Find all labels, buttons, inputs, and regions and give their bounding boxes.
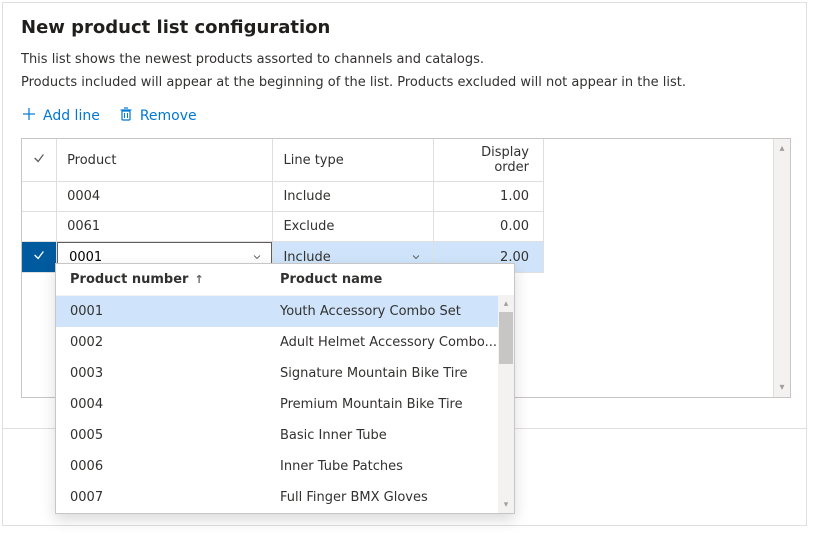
plus-icon xyxy=(21,106,37,126)
dropdown-option[interactable]: 0001Youth Accessory Combo Set xyxy=(56,296,514,327)
trash-icon xyxy=(118,106,134,126)
product-value: 0004 xyxy=(57,183,272,210)
dropdown-col-product-name[interactable]: Product name xyxy=(280,272,500,287)
row-selector[interactable] xyxy=(22,182,57,212)
option-number: 0002 xyxy=(70,335,280,350)
option-number: 0001 xyxy=(70,304,280,319)
product-cell[interactable]: 0004 xyxy=(57,182,273,212)
table-row[interactable]: 0004Include1.00 xyxy=(22,182,544,212)
linetype-cell[interactable]: Include xyxy=(273,182,433,212)
scroll-up-icon[interactable]: ▴ xyxy=(504,296,509,312)
toolbar: Add line Remove xyxy=(21,104,788,128)
option-name: Full Finger BMX Gloves xyxy=(280,490,500,505)
linetype-value: Include xyxy=(273,183,432,210)
page-title: New product list configuration xyxy=(21,17,788,38)
linetype-value: Exclude xyxy=(273,213,432,240)
column-header-product[interactable]: Product xyxy=(57,139,273,182)
product-lookup-dropdown: Product number ↑ Product name 0001Youth … xyxy=(55,263,515,514)
description-line-1: This list shows the newest products asso… xyxy=(21,52,788,67)
option-name: Youth Accessory Combo Set xyxy=(280,304,500,319)
column-header-linetype[interactable]: Line type xyxy=(273,139,433,182)
option-name: Inner Tube Patches xyxy=(280,459,500,474)
product-value: 0061 xyxy=(57,213,272,240)
column-header-display-order[interactable]: Display order xyxy=(433,139,543,182)
display-order-cell[interactable]: 1.00 xyxy=(433,182,543,212)
select-all-header[interactable] xyxy=(22,139,57,182)
option-name: Adult Helmet Accessory Combo... xyxy=(280,335,500,350)
sort-ascending-icon: ↑ xyxy=(194,273,203,286)
linetype-cell[interactable]: Exclude xyxy=(273,212,433,242)
dropdown-option[interactable]: 0003Signature Mountain Bike Tire xyxy=(56,358,514,389)
row-selector[interactable] xyxy=(22,242,57,273)
dropdown-option[interactable]: 0002Adult Helmet Accessory Combo... xyxy=(56,327,514,358)
scroll-down-icon[interactable]: ▾ xyxy=(779,378,784,397)
description-line-2: Products included will appear at the beg… xyxy=(21,75,788,90)
dropdown-option[interactable]: 0006Inner Tube Patches xyxy=(56,451,514,482)
dropdown-col-product-number[interactable]: Product number ↑ xyxy=(70,272,280,287)
remove-label: Remove xyxy=(140,108,197,124)
table-row[interactable]: 0061Exclude0.00 xyxy=(22,212,544,242)
option-name: Signature Mountain Bike Tire xyxy=(280,366,500,381)
grid-table: Product Line type Display order 0004Incl… xyxy=(22,139,544,273)
add-line-label: Add line xyxy=(43,108,100,124)
product-cell[interactable]: 0061 xyxy=(57,212,273,242)
check-icon xyxy=(32,151,46,165)
chevron-down-icon[interactable] xyxy=(409,250,423,264)
config-panel: New product list configuration This list… xyxy=(2,2,807,526)
scroll-up-icon[interactable]: ▴ xyxy=(779,139,784,158)
display-order-value: 1.00 xyxy=(434,183,529,210)
option-number: 0005 xyxy=(70,428,280,443)
dropdown-option[interactable]: 0007Full Finger BMX Gloves xyxy=(56,482,514,513)
dropdown-option[interactable]: 0004Premium Mountain Bike Tire xyxy=(56,389,514,420)
scroll-down-icon[interactable]: ▾ xyxy=(504,497,509,513)
dropdown-header: Product number ↑ Product name xyxy=(56,264,514,296)
product-grid: Product Line type Display order 0004Incl… xyxy=(21,138,791,398)
row-selector[interactable] xyxy=(22,212,57,242)
dropdown-option[interactable]: 0005Basic Inner Tube xyxy=(56,420,514,451)
grid-scrollbar[interactable]: ▴ ▾ xyxy=(773,139,790,397)
option-name: Premium Mountain Bike Tire xyxy=(280,397,500,412)
option-number: 0006 xyxy=(70,459,280,474)
grid-header-row: Product Line type Display order xyxy=(22,139,544,182)
add-line-button[interactable]: Add line xyxy=(21,104,100,128)
remove-button[interactable]: Remove xyxy=(118,104,197,128)
option-number: 0007 xyxy=(70,490,280,505)
chevron-down-icon[interactable] xyxy=(250,250,264,264)
option-number: 0003 xyxy=(70,366,280,381)
option-name: Basic Inner Tube xyxy=(280,428,500,443)
display-order-cell[interactable]: 0.00 xyxy=(433,212,543,242)
dropdown-scrollbar[interactable]: ▴ ▾ xyxy=(498,296,514,513)
scroll-thumb[interactable] xyxy=(499,312,513,364)
option-number: 0004 xyxy=(70,397,280,412)
check-icon xyxy=(32,248,46,262)
display-order-value: 0.00 xyxy=(434,213,529,240)
dropdown-body: 0001Youth Accessory Combo Set0002Adult H… xyxy=(56,296,514,513)
